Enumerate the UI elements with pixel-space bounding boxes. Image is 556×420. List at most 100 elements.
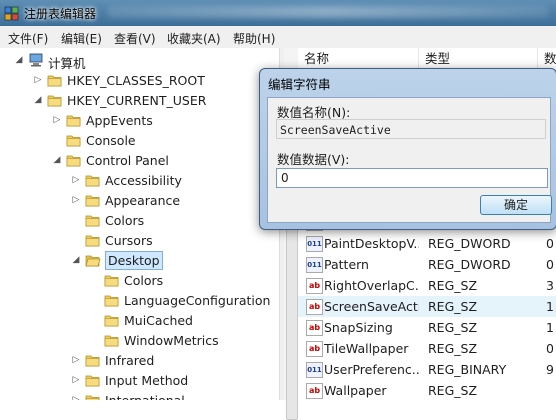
binary-value-icon: 011 [306, 362, 323, 378]
folder-icon [85, 375, 100, 387]
tree-node-label[interactable]: Console [86, 133, 136, 148]
value-name: PaintDesktopV... [324, 236, 419, 251]
tree-node-label[interactable]: MuiCached [124, 313, 193, 328]
tree-node[interactable]: WindowMetrics [0, 331, 279, 351]
tree-node[interactable]: ◢ Desktop [0, 251, 279, 271]
tree-node[interactable]: ▷ Infrared [0, 351, 279, 371]
tree-node-label[interactable]: Cursors [105, 233, 153, 248]
tree-node[interactable]: LanguageConfiguration [0, 291, 279, 311]
value-name-field: ScreenSaveActive [276, 119, 546, 139]
tree-node[interactable]: ▷ International [0, 391, 279, 400]
tree-node-label[interactable]: Input Method [105, 373, 188, 388]
folder-icon [104, 335, 119, 347]
value-type: REG_BINARY [428, 362, 507, 377]
value-type: REG_SZ [428, 320, 478, 335]
expand-arrow-icon[interactable]: ▷ [71, 174, 81, 186]
expand-arrow-icon[interactable]: ▷ [33, 74, 43, 86]
tree-node[interactable]: Colors [0, 211, 279, 231]
dialog-body: 数值名称(N): ScreenSaveActive 数值数据(V): 0 确定 [267, 97, 552, 223]
menu-view[interactable]: 查看(V) [114, 30, 156, 47]
tree-node-label[interactable]: Accessibility [105, 173, 182, 188]
value-row[interactable]: 011 UserPreferenc... REG_BINARY 9 [298, 359, 556, 380]
value-row[interactable]: ab SnapSizing REG_SZ 1 [298, 317, 556, 338]
expand-arrow-icon[interactable]: ▷ [71, 194, 81, 206]
collapse-arrow-icon[interactable]: ◢ [71, 254, 81, 266]
string-value-icon: ab [306, 299, 323, 315]
collapse-arrow-icon[interactable]: ◢ [14, 54, 24, 66]
value-data: 3 [546, 278, 554, 293]
value-type: REG_SZ [428, 299, 478, 314]
ok-button[interactable]: 确定 [480, 195, 552, 215]
value-type: REG_DWORD [428, 257, 511, 272]
tree-node-label[interactable]: Desktop [105, 251, 163, 270]
computer-icon [29, 53, 43, 67]
expand-arrow-icon[interactable]: ▷ [71, 354, 81, 366]
title-bar-blur [108, 6, 548, 18]
tree-node[interactable]: ▷ Accessibility [0, 171, 279, 191]
menu-favorites[interactable]: 收藏夹(A) [167, 30, 221, 47]
tree-node[interactable]: ◢ 计算机 [0, 51, 279, 71]
tree-node-label[interactable]: AppEvents [86, 113, 153, 128]
column-header-type[interactable]: 类型 [419, 48, 538, 70]
menu-edit[interactable]: 编辑(E) [61, 30, 102, 47]
expand-arrow-icon[interactable]: ▷ [52, 114, 62, 126]
column-header-name[interactable]: 名称 [298, 48, 419, 70]
tree-node-label[interactable]: Colors [124, 273, 163, 288]
menu-file[interactable]: 文件(F) [8, 30, 48, 47]
folder-icon [85, 355, 100, 367]
value-type: REG_SZ [428, 278, 478, 293]
registry-tree[interactable]: ◢ 计算机 ▷ HKEY_CLASSES_ROOT ◢ HKEY_CURRENT_USER… [0, 48, 279, 400]
string-value-icon: ab [306, 278, 323, 294]
tree-node[interactable]: ◢ HKEY_CURRENT_USER [0, 91, 279, 111]
tree-node[interactable]: ▷ HKEY_CLASSES_ROOT [0, 71, 279, 91]
tree-node-label[interactable]: WindowMetrics [124, 333, 219, 348]
menu-help[interactable]: 帮助(H) [233, 30, 275, 47]
collapse-arrow-icon[interactable]: ◢ [52, 154, 62, 166]
value-row[interactable]: ab Wallpaper REG_SZ [298, 380, 556, 400]
expand-arrow-icon[interactable]: ▷ [71, 374, 81, 386]
value-row[interactable]: ab TileWallpaper REG_SZ 0 [298, 338, 556, 359]
value-data: 0 [546, 257, 554, 272]
folder-icon [104, 295, 119, 307]
value-name: SnapSizing [324, 320, 393, 335]
tree-node[interactable]: Cursors [0, 231, 279, 251]
value-data-input[interactable]: 0 [276, 168, 548, 188]
binary-value-icon: 011 [306, 236, 323, 252]
folder-icon [104, 275, 119, 287]
tree-node[interactable]: Colors [0, 271, 279, 291]
value-type: REG_SZ [428, 383, 478, 398]
tree-node[interactable]: Console [0, 131, 279, 151]
value-name: ScreenSaveActi... [324, 299, 419, 314]
value-data: 1 [546, 299, 554, 314]
edit-string-dialog: 编辑字符串 数值名称(N): ScreenSaveActive 数值数据(V):… [259, 68, 556, 230]
tree-node[interactable]: ▷ AppEvents [0, 111, 279, 131]
tree-node-label[interactable]: Infrared [105, 353, 154, 368]
value-name: UserPreferenc... [324, 362, 419, 377]
tree-node[interactable]: ▷ Appearance [0, 191, 279, 211]
tree-node[interactable]: ◢ Control Panel [0, 151, 279, 171]
value-type: REG_DWORD [428, 236, 511, 251]
value-row[interactable]: 011 Pattern REG_DWORD 0 [298, 254, 556, 275]
column-header-data[interactable]: 数据 [538, 48, 556, 70]
value-data: 0 [546, 236, 554, 251]
tree-node[interactable]: ▷ Input Method [0, 371, 279, 391]
folder-open-icon [85, 255, 101, 267]
tree-node-label[interactable]: HKEY_CURRENT_USER [67, 93, 206, 108]
tree-node-label[interactable]: Colors [105, 213, 144, 228]
value-row[interactable]: ab RightOverlapC... REG_SZ 3 [298, 275, 556, 296]
tree-node-label[interactable]: LanguageConfiguration [124, 293, 270, 308]
value-data: 9 [546, 362, 554, 377]
window-title: 注册表编辑器 [24, 7, 97, 21]
tree-node-label[interactable]: HKEY_CLASSES_ROOT [67, 73, 205, 88]
value-row[interactable]: abScreenSaveActi... REG_SZ 1 [298, 296, 556, 317]
tree-node-label[interactable]: 计算机 [48, 53, 86, 72]
tree-node-label[interactable]: Appearance [105, 193, 180, 208]
expand-arrow-icon[interactable]: ▷ [71, 394, 81, 400]
value-row[interactable]: 011 PaintDesktopV... REG_DWORD 0 [298, 233, 556, 254]
tree-node[interactable]: MuiCached [0, 311, 279, 331]
folder-icon [66, 115, 81, 127]
collapse-arrow-icon[interactable]: ◢ [33, 94, 43, 106]
tree-node-label[interactable]: International [105, 393, 185, 400]
tree-node-label[interactable]: Control Panel [86, 153, 169, 168]
dialog-title: 编辑字符串 [268, 77, 331, 92]
